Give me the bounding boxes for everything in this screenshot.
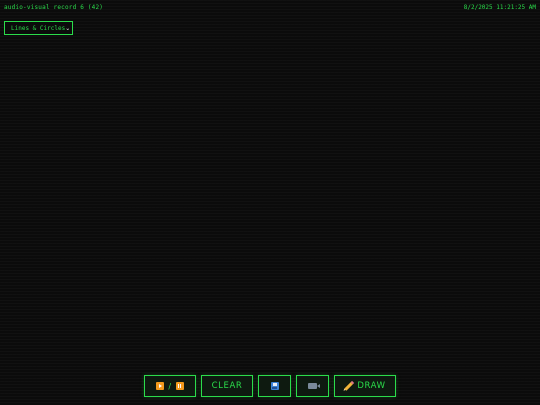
draw-button-label: DRAW: [357, 381, 386, 391]
clear-button[interactable]: CLEAR: [201, 375, 253, 397]
floppy-disk-icon: [270, 382, 279, 390]
play-icon: [156, 382, 165, 390]
bottom-toolbar: / CLEAR DRAW: [0, 375, 540, 397]
draw-button[interactable]: DRAW: [334, 375, 396, 397]
video-camera-icon: [308, 383, 320, 389]
mode-select[interactable]: Lines & Circles ⌄: [4, 21, 73, 35]
pencil-icon: [344, 381, 354, 391]
clear-button-label: CLEAR: [211, 381, 243, 391]
pause-icon: [175, 382, 184, 390]
app-title-label: audio-visual record 6 (42): [4, 4, 104, 11]
mode-select-value: Lines & Circles: [11, 24, 66, 32]
play-pause-button[interactable]: /: [144, 375, 196, 397]
chevron-down-icon: ⌄: [65, 24, 71, 32]
play-pause-separator: /: [168, 381, 172, 391]
timestamp: 8/2/2025 11:21:25 AM: [463, 4, 536, 11]
save-button[interactable]: [258, 375, 291, 397]
record-video-button[interactable]: [296, 375, 329, 397]
